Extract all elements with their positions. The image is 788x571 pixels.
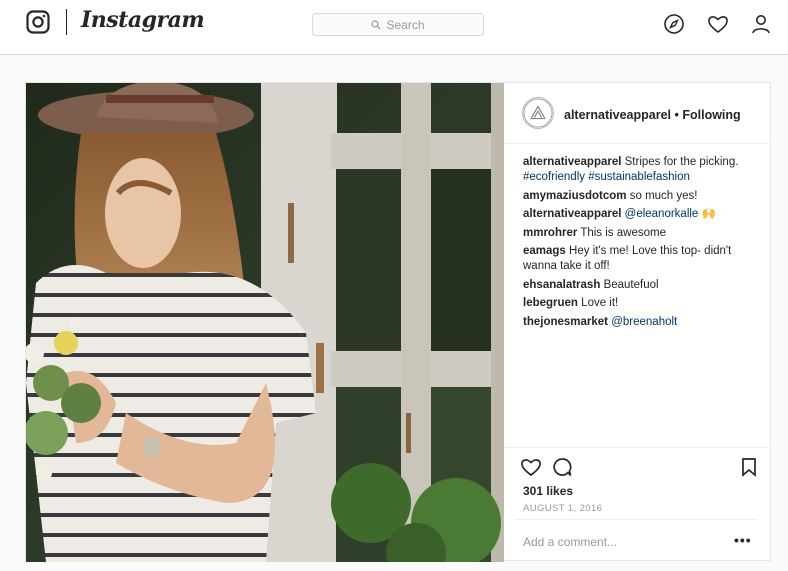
comment-username[interactable]: lebegruen: [523, 297, 578, 309]
list-item: ehsanalatrash Beautefuol: [523, 278, 759, 293]
heart-icon[interactable]: [707, 13, 729, 35]
comment-username[interactable]: thejonesmarket: [523, 316, 608, 328]
comment-emoji: 🙌: [701, 208, 716, 220]
comment-hashtags[interactable]: #ecofriendly #sustainablefashion: [523, 171, 690, 183]
instagram-wordmark[interactable]: Instagram: [81, 7, 205, 33]
list-item: alternativeapparel @eleanorkalle 🙌: [523, 207, 759, 222]
comment-text: This is awesome: [580, 226, 666, 239]
list-item: eamags Hey it's me! Love this top- didn'…: [523, 244, 759, 274]
post-date: AUGUST 1, 2016: [523, 503, 603, 514]
list-item: mmrohrer This is awesome: [523, 226, 759, 241]
post-actions: 301 likes AUGUST 1, 2016 Add a comment..…: [504, 447, 771, 560]
search-placeholder: Search: [386, 17, 425, 32]
follow-status-button[interactable]: Following: [682, 108, 740, 122]
comment-username[interactable]: eamags: [523, 245, 566, 257]
comment-text: Love it!: [581, 297, 619, 309]
search-icon: [371, 19, 381, 29]
comment-username[interactable]: alternativeapparel: [523, 156, 621, 168]
post-photo-image: [26, 83, 504, 562]
comment-mention[interactable]: @breenaholt: [611, 316, 677, 328]
list-item: lebegruen Love it!: [523, 296, 759, 311]
post-header-line: alternativeapparel • Following: [564, 108, 741, 122]
more-options-button[interactable]: •••: [734, 532, 752, 548]
comment-username[interactable]: ehsanalatrash: [523, 279, 600, 291]
post-photo[interactable]: [26, 83, 504, 562]
likes-count[interactable]: 301 likes: [523, 484, 573, 498]
comment-text: so much yes!: [629, 189, 698, 202]
post-header: alternativeapparel • Following: [504, 83, 771, 144]
comment-username[interactable]: amymaziusdotcom: [523, 190, 627, 202]
logo-divider: [66, 9, 67, 35]
search-input[interactable]: Search: [312, 13, 484, 36]
add-comment-bar: Add a comment... •••: [516, 519, 756, 559]
comment-bubble-icon[interactable]: [551, 456, 573, 478]
account-name[interactable]: alternativeapparel: [564, 108, 671, 122]
comment-text: Stripes for the picking.: [624, 156, 739, 168]
instagram-glyph-icon[interactable]: [26, 10, 50, 34]
header-separator: •: [674, 108, 679, 122]
add-comment-input[interactable]: Add a comment...: [523, 535, 617, 549]
comment-mention[interactable]: @eleanorkalle: [625, 208, 699, 220]
comment-username[interactable]: alternativeapparel: [523, 208, 621, 220]
bookmark-icon[interactable]: [738, 456, 760, 478]
comments-list: alternativeapparel Stripes for the picki…: [523, 155, 759, 333]
avatar[interactable]: [522, 97, 554, 129]
list-item: thejonesmarket @breenaholt: [523, 315, 759, 330]
post-sidebar: alternativeapparel • Following alternati…: [504, 83, 771, 560]
comment-text: Beautefuol: [603, 278, 659, 291]
list-item: amymaziusdotcom so much yes!: [523, 189, 759, 204]
post-card: alternativeapparel • Following alternati…: [25, 82, 771, 562]
top-navigation-bar: Instagram Search: [0, 0, 788, 55]
list-item: alternativeapparel Stripes for the picki…: [523, 155, 759, 185]
person-icon[interactable]: [750, 13, 772, 35]
like-heart-icon[interactable]: [520, 456, 542, 478]
compass-icon[interactable]: [663, 13, 685, 35]
comment-username[interactable]: mmrohrer: [523, 227, 577, 239]
